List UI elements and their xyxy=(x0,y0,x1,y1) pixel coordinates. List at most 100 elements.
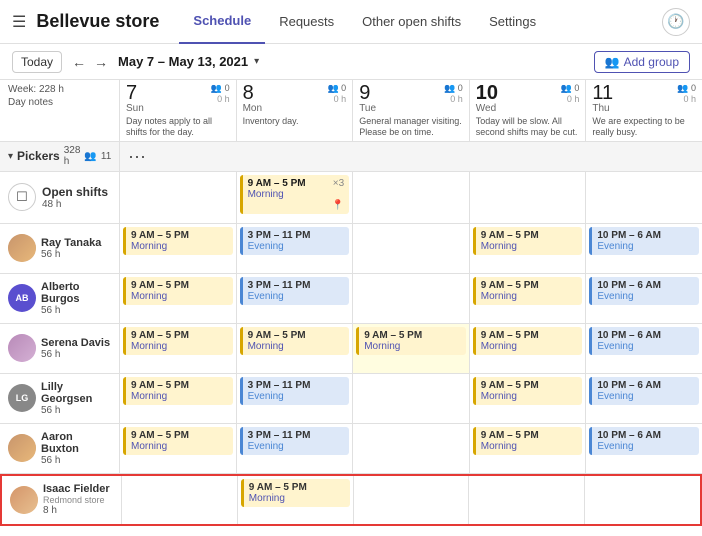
cell-if-9[interactable] xyxy=(354,476,470,524)
cell-ab-8[interactable]: 3 PM – 11 PM Evening xyxy=(237,274,354,323)
cell-if-8[interactable]: 9 AM – 5 PM Morning xyxy=(238,476,354,524)
cell-sd-9[interactable]: 9 AM – 5 PM Morning xyxy=(353,324,470,373)
employee-left-isaac: Isaac Fielder Redmond store 8 h xyxy=(2,476,122,524)
cell-sd-11[interactable]: 10 PM – 6 AM Evening xyxy=(586,324,702,373)
prev-arrow[interactable]: ← xyxy=(68,52,90,72)
cell-ab-10[interactable]: 9 AM – 5 PM Morning xyxy=(470,274,587,323)
group-hours: 328 h xyxy=(64,145,81,167)
employee-row-aaron: Aaron Buxton56 h 9 AM – 5 PM Morning 3 P… xyxy=(0,424,702,474)
tab-schedule[interactable]: Schedule xyxy=(179,0,265,44)
avatar-serena xyxy=(8,334,36,362)
shift-count: ×3 xyxy=(333,178,344,189)
toolbar: Today ← → May 7 – May 13, 2021 ▾ 👥 Add g… xyxy=(0,44,702,80)
emp-name-ray: Ray Tanaka xyxy=(41,237,101,249)
employee-row-ray-tanaka: Ray Tanaka56 h 9 AM – 5 PM Morning 3 PM … xyxy=(0,224,702,274)
date-range: May 7 – May 13, 2021 xyxy=(118,54,248,69)
employee-left-lilly: LG Lilly Georgsen56 h xyxy=(0,374,120,423)
nav-tabs: Schedule Requests Other open shifts Sett… xyxy=(179,0,550,44)
chevron-icon[interactable]: ▾ xyxy=(8,151,13,162)
history-icon[interactable]: 🕐 xyxy=(662,8,690,36)
open-shift-cell-8[interactable]: 9 AM – 5 PM ×3 Morning 📍 xyxy=(237,172,354,223)
day-name-7: Sun xyxy=(126,103,144,114)
shift-label: Morning xyxy=(481,391,578,402)
cell-sd-10[interactable]: 9 AM – 5 PM Morning xyxy=(470,324,587,373)
shift-block-morning[interactable]: 9 AM – 5 PM ×3 Morning 📍 xyxy=(240,175,350,214)
cell-ray-7[interactable]: 9 AM – 5 PM Morning xyxy=(120,224,237,273)
today-label: Today xyxy=(21,55,53,69)
cell-ab-9[interactable] xyxy=(353,274,470,323)
cell-sd-7[interactable]: 9 AM – 5 PM Morning xyxy=(120,324,237,373)
shift-label: Morning xyxy=(249,493,345,504)
tab-other-open-shifts[interactable]: Other open shifts xyxy=(348,0,475,44)
cell-lg-9[interactable] xyxy=(353,374,470,423)
cell-ab-7[interactable]: 9 AM – 5 PM Morning xyxy=(120,274,237,323)
employee-row-serena: Serena Davis56 h 9 AM – 5 PM Morning 9 A… xyxy=(0,324,702,374)
tab-settings[interactable]: Settings xyxy=(475,0,550,44)
shift-time: 3 PM – 11 PM xyxy=(248,230,345,241)
shift-time: 9 AM – 5 PM xyxy=(248,330,345,341)
cell-ray-8[interactable]: 3 PM – 11 PM Evening xyxy=(237,224,354,273)
day-note-8: Inventory day. xyxy=(243,116,347,127)
chevron-down-icon[interactable]: ▾ xyxy=(254,56,259,67)
tab-requests[interactable]: Requests xyxy=(265,0,348,44)
cell-ray-10[interactable]: 9 AM – 5 PM Morning xyxy=(470,224,587,273)
open-shift-cell-7[interactable] xyxy=(120,172,237,223)
shift-label: Morning xyxy=(481,341,578,352)
shift-time: 10 PM – 6 AM xyxy=(597,430,694,441)
employee-row-alberto: AB Alberto Burgos56 h 9 AM – 5 PM Mornin… xyxy=(0,274,702,324)
open-shift-cell-10[interactable] xyxy=(470,172,587,223)
cell-lg-11[interactable]: 10 PM – 6 AM Evening xyxy=(586,374,702,423)
open-shifts-icon: ☐ xyxy=(8,183,36,211)
add-group-icon: 👥 xyxy=(605,55,620,69)
shift-label: Morning xyxy=(481,441,578,452)
cell-ray-11[interactable]: 10 PM – 6 AM Evening xyxy=(586,224,702,273)
day-header-9: 9 Tue 👥 00 h General manager visiting. P… xyxy=(353,80,470,141)
cell-if-11[interactable] xyxy=(585,476,700,524)
cell-lg-7[interactable]: 9 AM – 5 PM Morning xyxy=(120,374,237,423)
employee-left-ray: Ray Tanaka56 h xyxy=(0,224,120,273)
cell-aa-11[interactable]: 10 PM – 6 AM Evening xyxy=(586,424,702,473)
cell-lg-8[interactable]: 3 PM – 11 PM Evening xyxy=(237,374,354,423)
open-shifts-label: Open shifts xyxy=(42,185,108,199)
day-note-10: Today will be slow. All second shifts ma… xyxy=(476,116,580,138)
group-name: Pickers xyxy=(17,149,60,163)
cell-lg-10[interactable]: 9 AM – 5 PM Morning xyxy=(470,374,587,423)
day-header-section: Week: 228 h Day notes 7 Sun 👥 00 h Day n… xyxy=(0,80,702,142)
open-shift-cell-11[interactable] xyxy=(586,172,702,223)
emp-sub-isaac: Redmond store xyxy=(43,495,110,505)
add-group-button[interactable]: 👥 Add group xyxy=(594,51,690,73)
avatar-aaron xyxy=(8,434,36,462)
cell-if-7[interactable] xyxy=(122,476,238,524)
shift-time: 10 PM – 6 AM xyxy=(597,330,694,341)
top-bar: ☰ Bellevue store Schedule Requests Other… xyxy=(0,0,702,44)
day-num-11: 11 xyxy=(592,83,613,103)
dots-icon[interactable]: ··· xyxy=(128,146,146,167)
next-arrow[interactable]: → xyxy=(90,52,112,72)
shift-time: 3 PM – 11 PM xyxy=(248,280,345,291)
shift-label: Evening xyxy=(597,341,694,352)
cell-aa-10[interactable]: 9 AM – 5 PM Morning xyxy=(470,424,587,473)
cell-ray-9[interactable] xyxy=(353,224,470,273)
open-shifts-left: ☐ Open shifts 48 h xyxy=(0,172,120,223)
cell-aa-7[interactable]: 9 AM – 5 PM Morning xyxy=(120,424,237,473)
emp-name-serena: Serena Davis xyxy=(41,337,110,349)
group-header-dots[interactable]: ··· xyxy=(120,146,702,167)
day-notes-label: Day notes xyxy=(8,97,111,108)
app-container: ☰ Bellevue store Schedule Requests Other… xyxy=(0,0,702,536)
add-group-label: Add group xyxy=(624,55,679,69)
cell-aa-8[interactable]: 3 PM – 11 PM Evening xyxy=(237,424,354,473)
employee-row-isaac: Isaac Fielder Redmond store 8 h 9 AM – 5… xyxy=(0,474,702,526)
hamburger-icon[interactable]: ☰ xyxy=(12,12,26,32)
cell-if-10[interactable] xyxy=(469,476,585,524)
cell-aa-9[interactable] xyxy=(353,424,470,473)
cell-sd-8[interactable]: 9 AM – 5 PM Morning xyxy=(237,324,354,373)
open-shift-cell-9[interactable] xyxy=(353,172,470,223)
shift-label: Morning xyxy=(248,189,345,200)
shift-time: 9 AM – 5 PM xyxy=(481,230,578,241)
emp-name-lilly: Lilly Georgsen xyxy=(41,381,111,405)
pin-icon: 📍 xyxy=(248,200,345,211)
today-button[interactable]: Today xyxy=(12,51,62,73)
main-content: Week: 228 h Day notes 7 Sun 👥 00 h Day n… xyxy=(0,80,702,536)
cell-ab-11[interactable]: 10 PM – 6 AM Evening xyxy=(586,274,702,323)
shift-time: 10 PM – 6 AM xyxy=(597,380,694,391)
